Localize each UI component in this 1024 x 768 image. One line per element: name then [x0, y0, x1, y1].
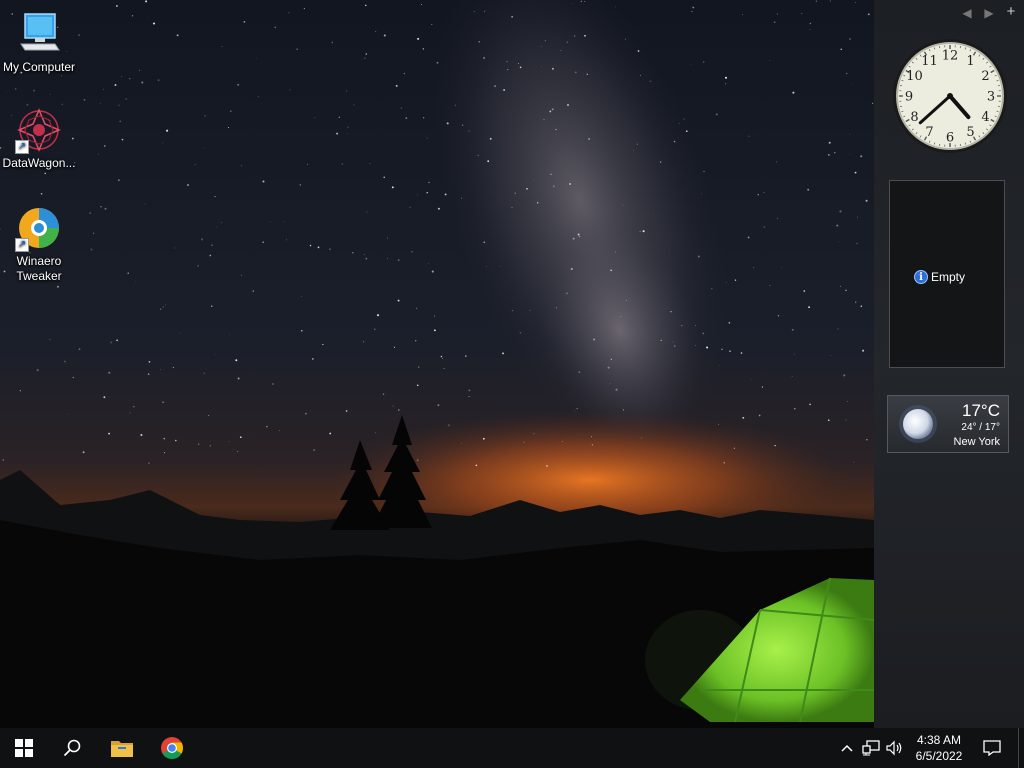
action-center-button[interactable]: [976, 728, 1008, 768]
gadgets-sidebar: ◀ ▶ + 123456789101112 i Empty: [874, 0, 1024, 728]
shortcut-arrow-icon: ↗: [15, 140, 29, 154]
computer-icon: [20, 13, 60, 51]
file-explorer-button[interactable]: [98, 728, 146, 768]
clock-numeral: 3: [987, 90, 995, 105]
desktop-icon-label: Winaero: [16, 254, 62, 268]
file-explorer-icon: [111, 741, 133, 757]
clock-numeral: 5: [966, 125, 974, 140]
show-desktop-button[interactable]: [1018, 728, 1024, 768]
search-icon: [63, 739, 81, 757]
clock-numeral: 6: [946, 131, 954, 146]
desktop-icon-winaero-tweaker[interactable]: ↗ Winaero Tweaker: [0, 204, 78, 284]
clock-numeral: 12: [942, 49, 959, 64]
tray-time: 4:38 AM: [916, 733, 962, 747]
notification-icon: [983, 740, 1001, 756]
weather-city: New York: [953, 436, 1000, 448]
tray-date: 6/5/2022: [915, 749, 963, 763]
slideshow-gadget[interactable]: i Empty: [889, 180, 1005, 368]
desktop-wallpaper: [0, 0, 1024, 768]
slideshow-status: Empty: [931, 270, 966, 284]
clock-numeral: 9: [905, 90, 913, 105]
desktop-icon-label: My Computer: [2, 60, 76, 74]
network-button[interactable]: [860, 728, 882, 768]
info-icon: i: [914, 270, 928, 284]
sidebar-prev-button[interactable]: ◀: [960, 6, 974, 20]
sidebar-controls: ◀ ▶ +: [960, 4, 1018, 20]
search-button[interactable]: [48, 728, 96, 768]
desktop-icon-label: DataWagon...: [2, 156, 76, 170]
tray-clock[interactable]: 4:38 AM 6/5/2022: [908, 732, 970, 764]
chrome-button[interactable]: [148, 728, 196, 768]
weather-temperature: 17°C: [962, 401, 1000, 420]
weather-range: 24° / 17°: [961, 422, 1000, 433]
add-gadget-button[interactable]: +: [1004, 4, 1018, 20]
weather-gadget[interactable]: 17°C 24° / 17° New York: [887, 395, 1009, 453]
start-icon: [15, 739, 33, 757]
clock-gadget[interactable]: 1234567891011 12: [890, 36, 1010, 156]
chrome-icon: [161, 737, 183, 759]
desktop-icon-my-computer[interactable]: My Computer: [0, 10, 78, 75]
network-icon: [862, 740, 880, 756]
desktop-icon-datawagon[interactable]: ↗ DataWagon...: [0, 106, 78, 171]
clock-numeral: 1: [966, 54, 974, 69]
desktop-icon-label-line2: Tweaker: [16, 269, 62, 283]
clock-numeral: 8: [910, 110, 918, 125]
volume-icon: [886, 740, 902, 756]
clock-numeral: 11: [921, 54, 938, 69]
clock-numeral: 2: [981, 69, 989, 84]
start-button[interactable]: [0, 728, 48, 768]
chevron-up-icon: [841, 744, 853, 752]
show-hidden-icons-button[interactable]: [838, 728, 856, 768]
clock-numeral: 10: [906, 69, 923, 84]
moon-icon: [899, 405, 937, 443]
taskbar: 4:38 AM 6/5/2022: [0, 728, 1024, 768]
volume-button[interactable]: [884, 728, 906, 768]
shortcut-arrow-icon: ↗: [15, 238, 29, 252]
sidebar-next-button[interactable]: ▶: [982, 6, 996, 20]
clock-numeral: 4: [981, 110, 989, 125]
clock-numeral: 7: [925, 125, 933, 140]
